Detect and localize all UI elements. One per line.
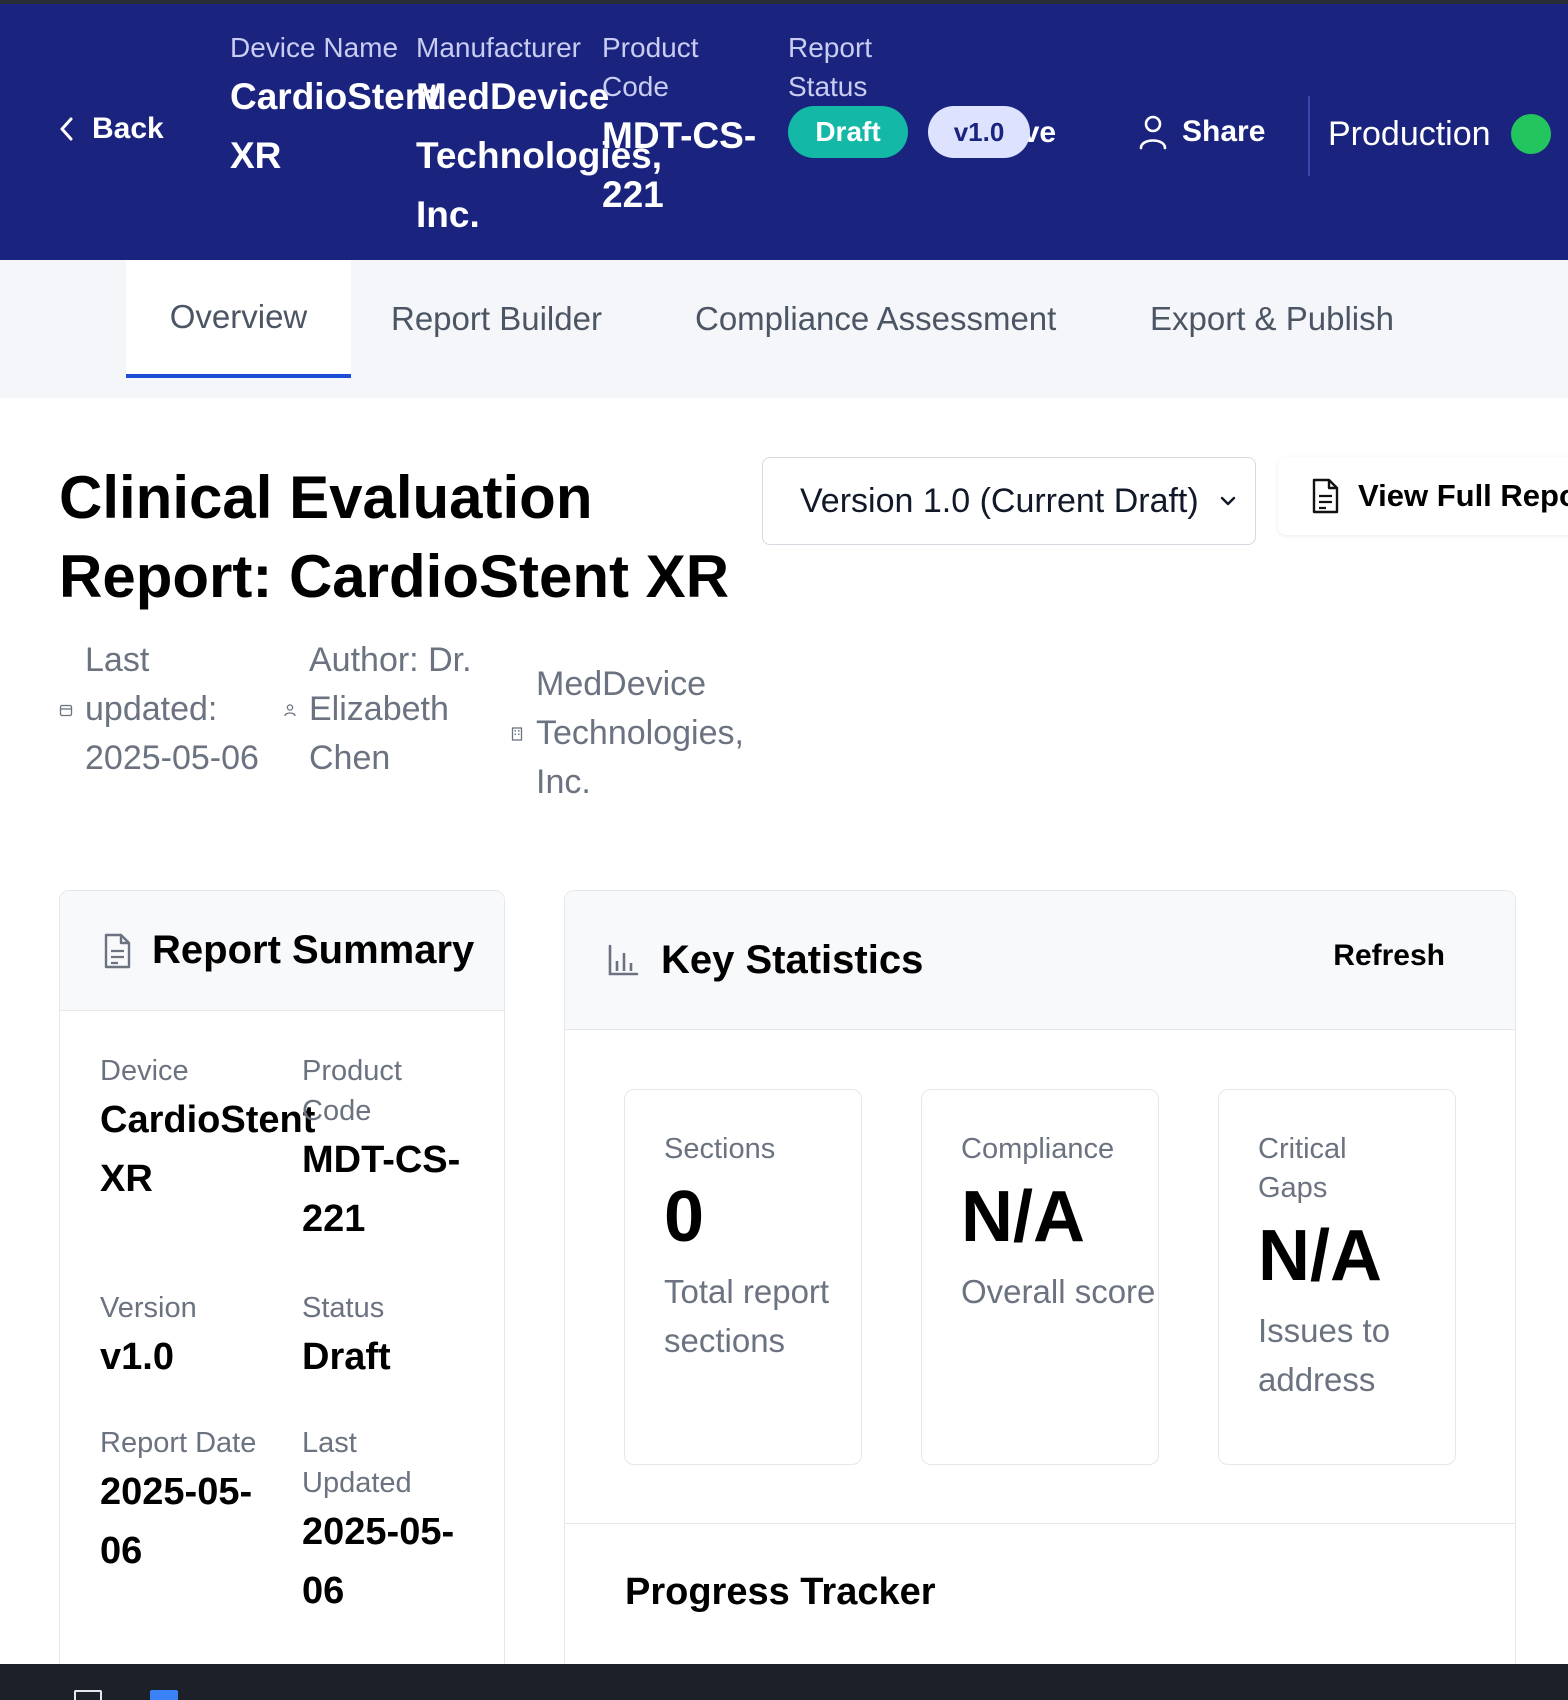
stat-card-compliance: Compliance N/A Overall score <box>921 1089 1159 1465</box>
file-text-icon <box>104 933 131 968</box>
refresh-button[interactable]: Refresh <box>1333 939 1445 973</box>
summary-version-value: v1.0 <box>100 1336 174 1378</box>
os-taskbar <box>0 1664 1568 1700</box>
summary-status-value: Draft <box>302 1336 391 1378</box>
summary-last-updated-field: Last Updated 2025-05-06 <box>302 1423 482 1621</box>
taskbar-app-icon[interactable] <box>74 1690 102 1700</box>
stat-card-critical-gaps: Critical Gaps N/A Issues to address <box>1218 1089 1456 1465</box>
key-statistics-header: Key Statistics Refresh <box>565 891 1515 1030</box>
stat-sections-caption: Total report sections <box>664 1273 830 1359</box>
chevron-left-icon <box>60 117 73 141</box>
header-product-code-field: Product Code MDT-CS-221 <box>602 28 762 224</box>
meta-author: Author: Dr. Elizabeth Chen <box>283 636 483 783</box>
meta-last-updated-text: Last updated: 2025-05-06 <box>85 641 259 777</box>
bar-chart-icon <box>608 944 639 976</box>
summary-version-field: Version v1.0 <box>100 1288 295 1387</box>
user-icon <box>284 703 296 716</box>
tab-compliance-assessment[interactable]: Compliance Assessment <box>695 260 1056 378</box>
key-statistics-card: Key Statistics Refresh Sections 0 Total … <box>564 890 1516 1700</box>
report-summary-title: Report Summary <box>152 928 475 972</box>
view-full-report-button[interactable]: View Full Report <box>1278 457 1568 535</box>
back-button[interactable]: Back <box>56 112 164 146</box>
share-label: Share <box>1182 115 1266 148</box>
environment-label: Production <box>1328 114 1491 153</box>
app-header: Back Device Name CardioStent XR Manufact… <box>0 4 1568 260</box>
summary-device-value: CardioStent XR <box>100 1099 316 1200</box>
calendar-icon <box>59 704 73 716</box>
file-text-icon <box>1312 478 1339 514</box>
summary-status-label: Status <box>302 1292 385 1324</box>
summary-product-code-field: Product Code MDT-CS-221 <box>302 1051 492 1249</box>
stat-compliance-label: Compliance <box>961 1133 1115 1165</box>
stat-compliance-value: N/A <box>961 1177 1085 1257</box>
building-icon <box>511 726 523 741</box>
header-manufacturer-field: Manufacturer MedDevice Technologies, Inc… <box>416 28 663 244</box>
summary-report-date-field: Report Date 2025-05-06 <box>100 1423 280 1581</box>
device-name-value: CardioStent XR <box>230 76 440 176</box>
stats-divider <box>565 1523 1515 1524</box>
summary-last-updated-value: 2025-05-06 <box>302 1511 455 1612</box>
manufacturer-label: Manufacturer <box>416 32 581 63</box>
meta-organization: MedDevice Technologies, Inc. <box>510 660 760 807</box>
summary-report-date-label: Report Date <box>100 1427 257 1459</box>
meta-last-updated: Last updated: 2025-05-06 <box>59 636 259 783</box>
tab-report-builder[interactable]: Report Builder <box>391 260 602 378</box>
device-name-label: Device Name <box>230 32 399 63</box>
back-label: Back <box>92 112 164 145</box>
progress-tracker-title: Progress Tracker <box>625 1571 936 1613</box>
summary-device-field: Device CardioStent XR <box>100 1051 316 1209</box>
summary-last-updated-label: Last Updated <box>302 1427 412 1499</box>
manufacturer-value: MedDevice Technologies, Inc. <box>416 76 663 235</box>
version-select-value: Version 1.0 (Current Draft) <box>800 481 1199 520</box>
summary-version-label: Version <box>100 1292 197 1324</box>
stat-critical-gaps-caption: Issues to address <box>1258 1312 1391 1398</box>
tab-export-publish[interactable]: Export & Publish <box>1150 260 1394 378</box>
stat-sections-value: 0 <box>664 1177 705 1257</box>
share-button[interactable]: Share <box>1138 114 1265 150</box>
meta-organization-text: MedDevice Technologies, Inc. <box>536 665 744 801</box>
meta-author-text: Author: Dr. Elizabeth Chen <box>309 641 472 777</box>
header-device-field: Device Name CardioStent XR <box>230 28 440 185</box>
taskbar-browser-icon[interactable] <box>150 1690 178 1700</box>
stat-critical-gaps-value: N/A <box>1258 1216 1382 1296</box>
status-badge: Draft <box>788 106 908 158</box>
product-code-value: MDT-CS-221 <box>602 115 757 215</box>
header-divider <box>1308 96 1310 176</box>
page-title: Clinical Evaluation Report: CardioStent … <box>59 464 730 610</box>
chevron-down-icon <box>1220 496 1236 506</box>
stat-critical-gaps-label: Critical Gaps <box>1258 1133 1347 1204</box>
summary-product-code-label: Product Code <box>302 1055 402 1127</box>
summary-status-field: Status Draft <box>302 1288 492 1387</box>
environment-status-dot <box>1510 114 1551 154</box>
user-icon <box>1139 115 1167 150</box>
key-statistics-title: Key Statistics <box>661 937 924 982</box>
summary-device-label: Device <box>100 1055 189 1087</box>
view-full-report-label: View Full Report <box>1358 478 1568 513</box>
tab-bar: Overview Report Builder Compliance Asses… <box>0 260 1568 398</box>
report-summary-card: Report Summary Device CardioStent XR Pro… <box>59 890 505 1700</box>
product-code-label: Product Code <box>602 32 699 102</box>
report-summary-header: Report Summary <box>60 891 504 1011</box>
stat-card-sections: Sections 0 Total report sections <box>624 1089 862 1465</box>
stat-sections-label: Sections <box>664 1133 776 1165</box>
stat-compliance-caption: Overall score <box>961 1273 1156 1310</box>
summary-product-code-value: MDT-CS-221 <box>302 1139 461 1240</box>
report-status-label: Report Status <box>788 32 873 102</box>
tab-overview[interactable]: Overview <box>126 260 351 378</box>
summary-report-date-value: 2025-05-06 <box>100 1471 253 1572</box>
version-badge: v1.0 <box>928 106 1030 158</box>
header-report-status-field: Report Status <box>788 28 898 106</box>
version-select[interactable]: Version 1.0 (Current Draft) <box>762 457 1256 545</box>
environment-indicator: Production <box>1328 114 1551 154</box>
